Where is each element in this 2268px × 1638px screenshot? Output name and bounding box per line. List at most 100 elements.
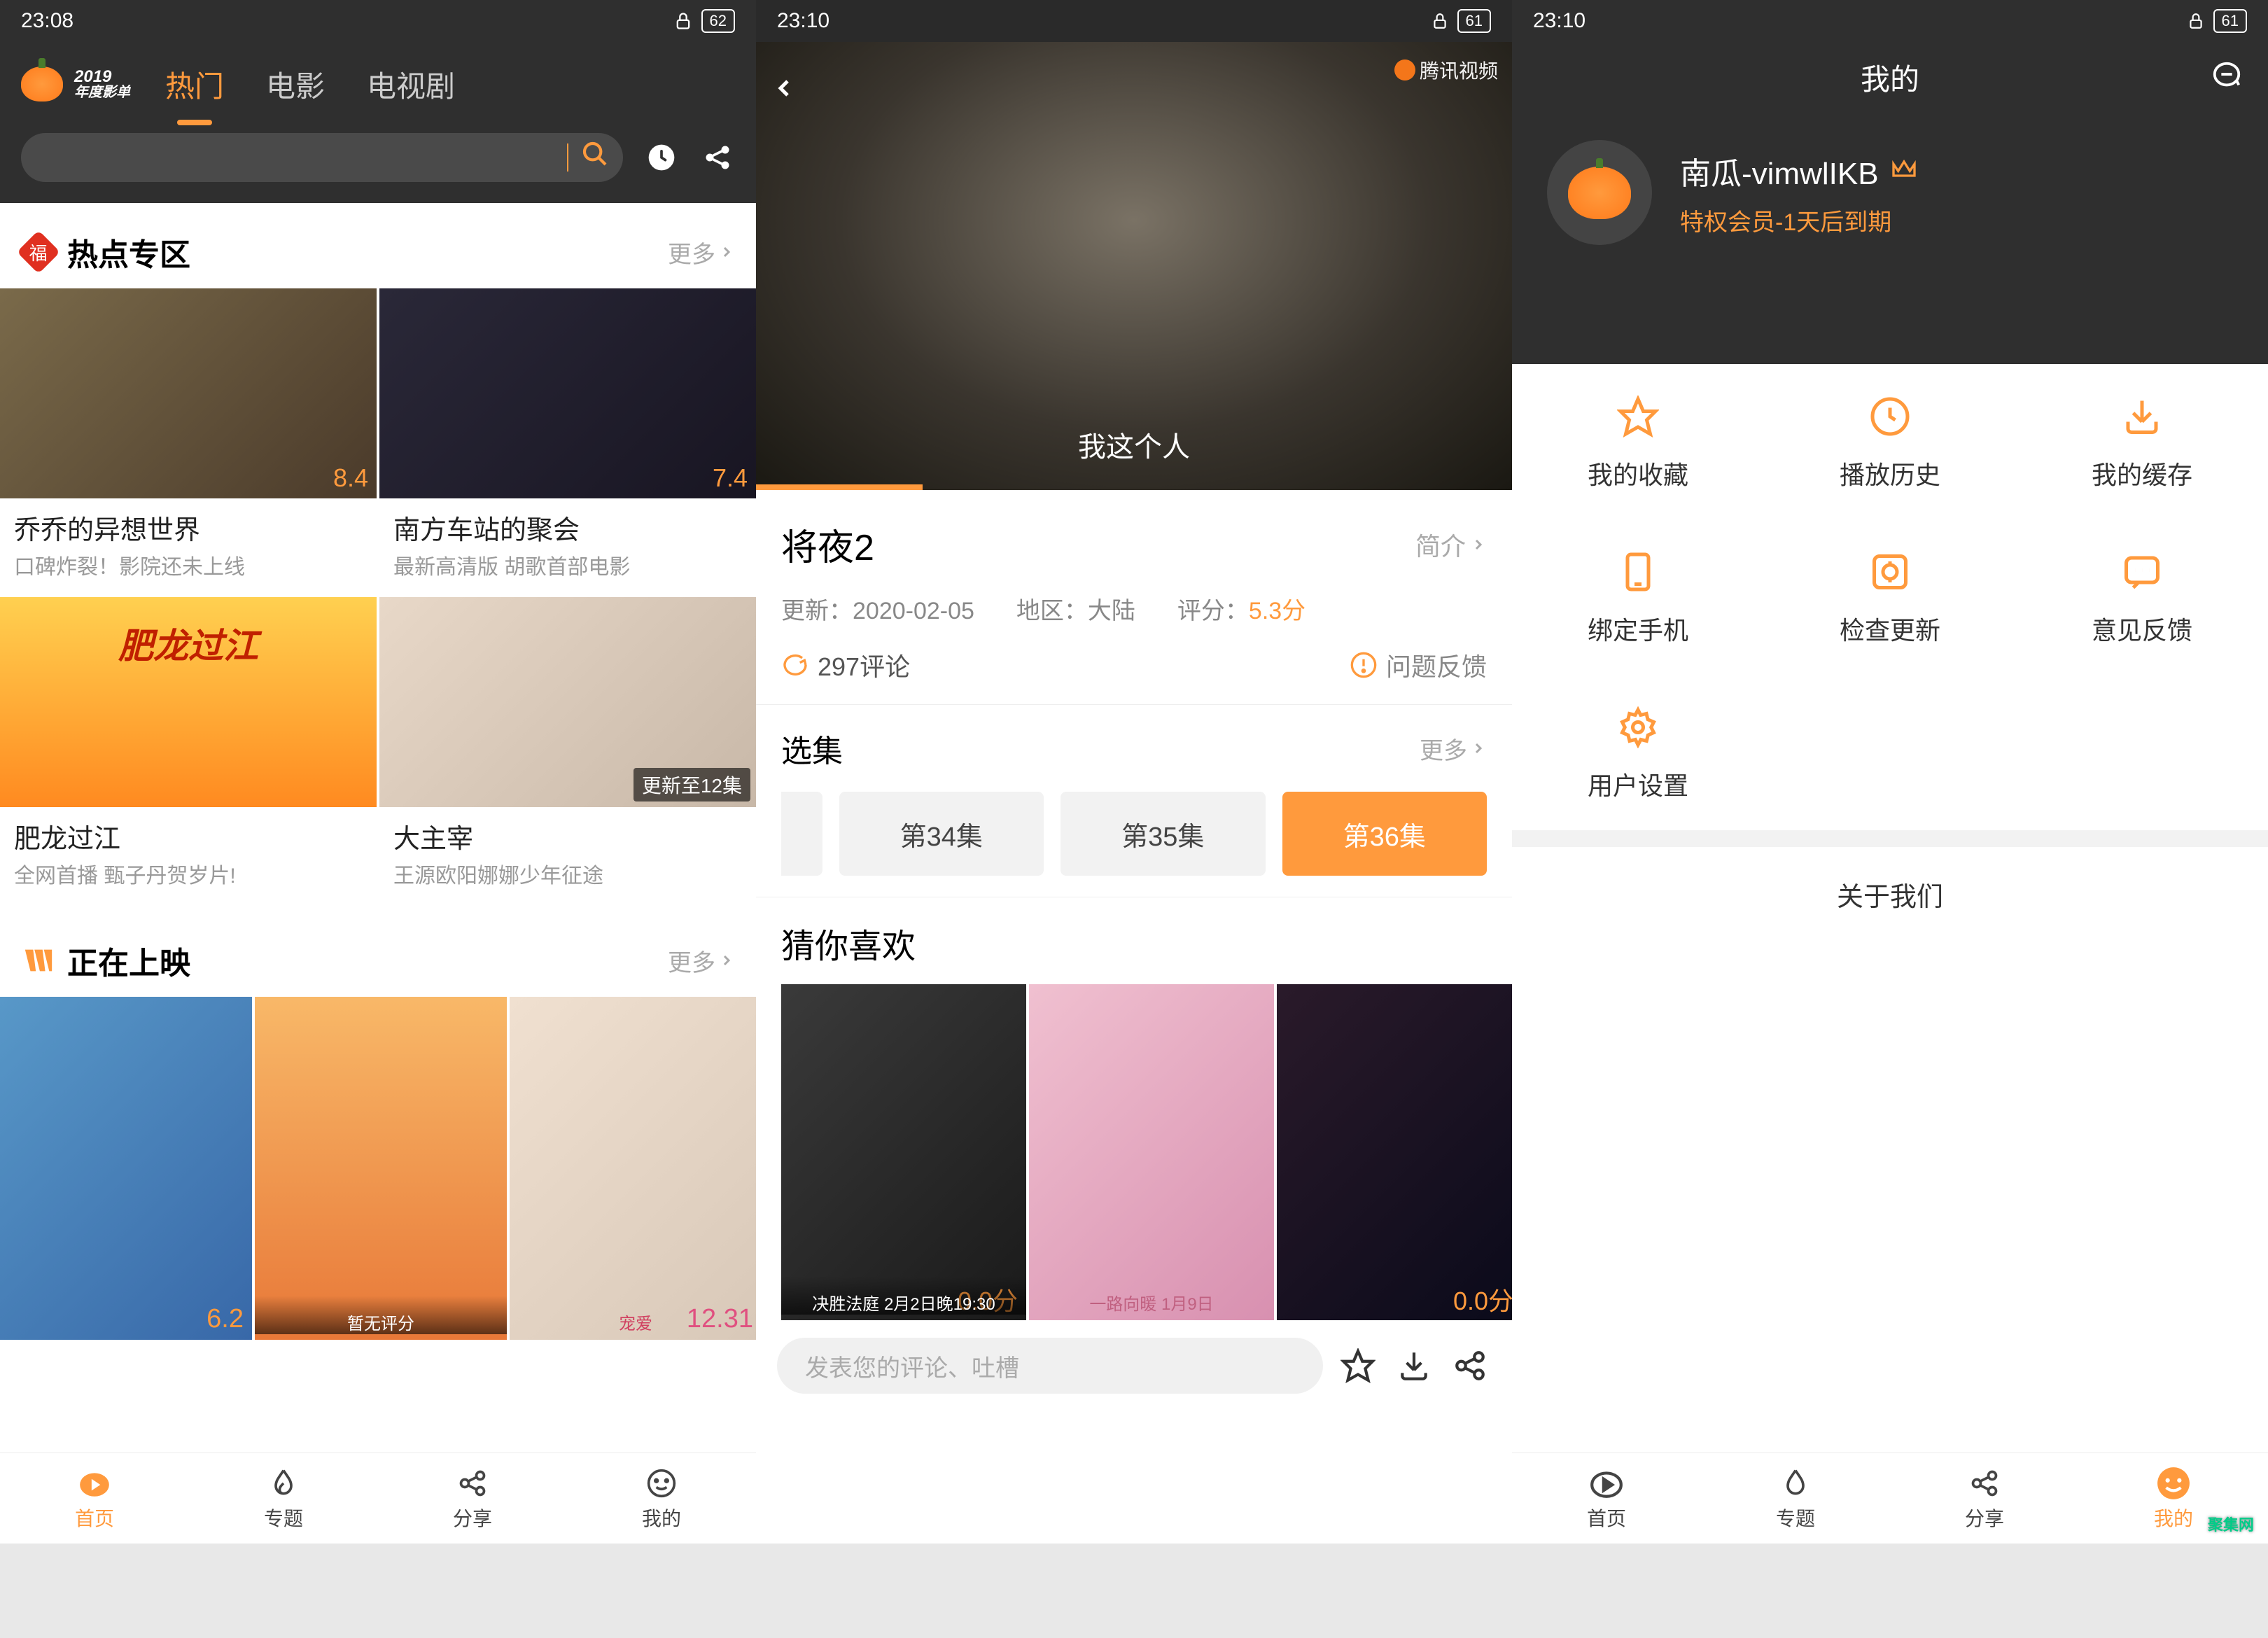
smiley-icon: [2156, 1466, 2191, 1501]
action-downloads[interactable]: 我的缓存: [2016, 392, 2268, 491]
phone-icon: [1614, 547, 1662, 596]
battery-indicator: 61: [2213, 9, 2247, 33]
episode-list[interactable]: 第34集 第35集 第36集: [781, 792, 1487, 876]
tab-movie[interactable]: 电影: [259, 49, 332, 120]
action-history[interactable]: 播放历史: [1764, 392, 2016, 491]
more-link[interactable]: 更多: [668, 235, 735, 270]
media-card[interactable]: 肥龙过江 肥龙过江 全网首播 甄子丹贺岁片!: [0, 597, 377, 903]
favorite-button[interactable]: [1337, 1345, 1379, 1387]
action-check-update[interactable]: 检查更新: [1764, 547, 2016, 647]
nav-mine[interactable]: 我的: [567, 1453, 756, 1544]
comment-input[interactable]: 发表您的评论、吐槽: [777, 1338, 1323, 1394]
card-subtitle: 全网首播 甄子丹贺岁片!: [0, 858, 377, 903]
app-logo[interactable]: 2019 年度影单: [21, 66, 130, 102]
page-title: 我的: [1861, 56, 1919, 99]
main-content[interactable]: 福 热点专区 更多 8.4 乔乔的异想世界 口碑炸裂！影院还未上线 7.4 南方…: [0, 203, 756, 1452]
nav-topic[interactable]: 专题: [189, 1453, 378, 1544]
download-button[interactable]: [1393, 1345, 1435, 1387]
action-feedback[interactable]: 意见反馈: [2016, 547, 2268, 647]
nav-home[interactable]: 首页: [1512, 1453, 1701, 1544]
episodes-more-link[interactable]: 更多: [1420, 732, 1487, 766]
section-hot-zone: 福 热点专区 更多 8.4 乔乔的异想世界 口碑炸裂！影院还未上线 7.4 南方…: [0, 209, 756, 903]
tab-hot[interactable]: 热门: [158, 49, 231, 120]
episode-badge: 更新至12集: [634, 768, 750, 802]
tab-tv[interactable]: 电视剧: [360, 49, 462, 120]
section-title: 正在上映: [67, 938, 668, 983]
feedback-link[interactable]: 问题反馈: [1350, 647, 1487, 683]
history-icon[interactable]: [644, 140, 679, 175]
recommendations-list[interactable]: 0.0分 决胜法庭 2月2日晚19:30 一路向暖 1月9日 0.0分: [781, 984, 1512, 1320]
episode-item-active[interactable]: 第36集: [1282, 792, 1488, 876]
recommendation-item[interactable]: 0.0分 决胜法庭 2月2日晚19:30: [781, 984, 1026, 1320]
search-box[interactable]: [21, 133, 623, 182]
section-title: 热点专区: [67, 230, 668, 274]
recommendations-section: 猜你喜欢 0.0分 决胜法庭 2月2日晚19:30 一路向暖 1月9日 0.0分: [756, 897, 1512, 1320]
nav-home[interactable]: 首页: [0, 1453, 189, 1544]
more-link[interactable]: 更多: [668, 944, 735, 978]
download-icon: [2118, 392, 2166, 441]
flame-icon: [266, 1466, 301, 1501]
status-time: 23:08: [21, 9, 74, 33]
phone-home-screen: 23:08 62 2019 年度影单 热门 电影 电视剧: [0, 0, 756, 1544]
rating-badge: 7.4: [713, 463, 748, 493]
flame-icon: [1778, 1466, 1813, 1501]
user-name: 南瓜-vimwlIKB: [1680, 148, 1879, 193]
episode-item-partial[interactable]: [781, 792, 822, 876]
episodes-section: 选集 更多 第34集 第35集 第36集: [756, 705, 1512, 897]
comments-link[interactable]: 297评论: [781, 647, 910, 683]
poster-row[interactable]: 6.2 暂无评分 12.31宠爱: [0, 997, 756, 1340]
episode-item[interactable]: 第34集: [839, 792, 1044, 876]
episode-item[interactable]: 第35集: [1060, 792, 1266, 876]
share-icon[interactable]: [700, 140, 735, 175]
recommendation-item[interactable]: 0.0分: [1277, 984, 1512, 1320]
share-button[interactable]: [1449, 1345, 1491, 1387]
user-profile-row[interactable]: 南瓜-vimwlIKB 特权会员-1天后到期: [1512, 112, 2268, 273]
episodes-title: 选集: [781, 726, 843, 771]
status-bar: 23:10 61: [756, 0, 1512, 42]
chevron-right-icon: [1470, 536, 1487, 553]
card-title: 肥龙过江: [0, 807, 377, 858]
poster-item[interactable]: 12.31宠爱: [510, 997, 756, 1340]
action-settings[interactable]: 用户设置: [1512, 703, 1764, 802]
avatar: [1547, 140, 1652, 245]
comment-bar: 发表您的评论、吐槽: [756, 1320, 1512, 1411]
search-icon[interactable]: [581, 140, 609, 175]
back-button[interactable]: [770, 70, 798, 111]
spacer: [1512, 941, 2268, 1452]
video-progress-bar[interactable]: [756, 484, 923, 490]
year-logo: 2019 年度影单: [74, 69, 130, 99]
bottom-nav: 首页 专题 分享 我的 聚集网: [1512, 1452, 2268, 1544]
chevron-right-icon: [718, 952, 735, 969]
phone-player-screen: 23:10 61 腾讯视频 我这个人 将夜2 简介 更新：2020-02-05 …: [756, 0, 1512, 1544]
poster-item[interactable]: 暂无评分: [255, 997, 507, 1340]
nav-share[interactable]: 分享: [1890, 1453, 2079, 1544]
chat-icon: [2118, 547, 2166, 596]
nav-topic[interactable]: 专题: [1701, 1453, 1890, 1544]
messages-button[interactable]: [2211, 59, 2243, 95]
card-title: 南方车站的聚会: [379, 498, 756, 550]
action-favorites[interactable]: 我的收藏: [1512, 392, 1764, 491]
media-card[interactable]: 7.4 南方车站的聚会 最新高清版 胡歌首部电影: [379, 288, 756, 594]
alert-icon: [1350, 651, 1378, 679]
search-input[interactable]: [35, 144, 568, 172]
media-card[interactable]: 8.4 乔乔的异想世界 口碑炸裂！影院还未上线: [0, 288, 377, 594]
intro-link[interactable]: 简介: [1415, 526, 1487, 563]
share-nodes-icon: [455, 1466, 490, 1501]
status-time: 23:10: [1533, 9, 1586, 33]
media-card[interactable]: 更新至12集 大主宰 王源欧阳娜娜少年征途: [379, 597, 756, 903]
vip-status: 特权会员-1天后到期: [1680, 203, 2233, 237]
star-icon: [1340, 1348, 1376, 1383]
phone-profile-screen: 23:10 61 我的 南瓜-vimwlIKB 特权会员-1天后到期: [1512, 0, 2268, 1544]
card-image: 8.4: [0, 288, 377, 498]
update-icon: [1865, 547, 1914, 596]
poster-item[interactable]: 6.2: [0, 997, 252, 1340]
action-bind-phone[interactable]: 绑定手机: [1512, 547, 1764, 647]
about-link[interactable]: 关于我们: [1512, 847, 2268, 941]
card-subtitle: 王源欧阳娜娜少年征途: [379, 858, 756, 903]
recommendation-item[interactable]: 一路向暖 1月9日: [1029, 984, 1274, 1320]
smiley-icon: [644, 1466, 679, 1501]
rating-badge: 6.2: [206, 1304, 244, 1334]
battery-indicator: 62: [701, 9, 735, 33]
video-player[interactable]: 23:10 61 腾讯视频 我这个人: [756, 0, 1512, 490]
nav-share[interactable]: 分享: [378, 1453, 567, 1544]
